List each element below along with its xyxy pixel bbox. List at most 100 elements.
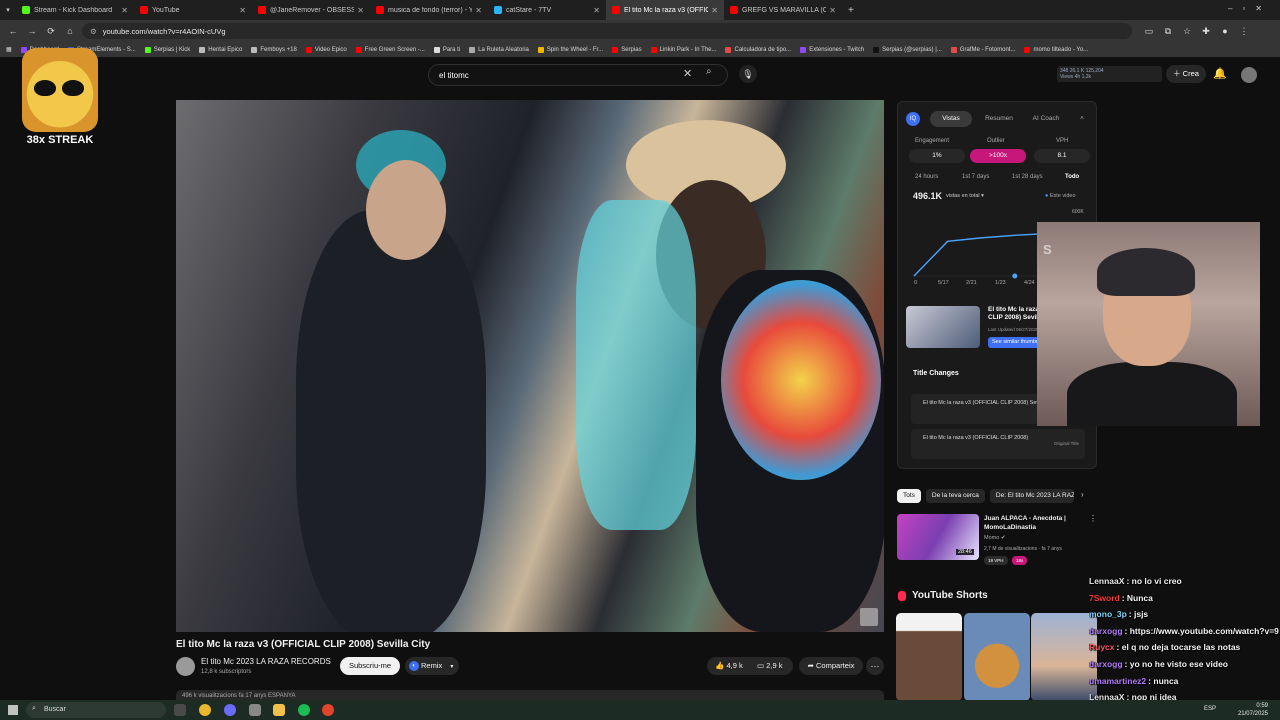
clear-search-icon[interactable]: ✕ — [683, 67, 692, 80]
cast-icon[interactable]: ▭ — [1142, 26, 1156, 37]
bookmark-item[interactable]: Video Epico — [305, 46, 347, 53]
chip-from-channel[interactable]: De: El tito Mc 2023 LA RAZA — [989, 489, 1074, 503]
site-info-icon[interactable]: ⚙ — [90, 27, 97, 36]
dislike-button[interactable]: ▭ 2,9 k — [757, 657, 782, 675]
like-button[interactable]: 👍 4,9 k — [715, 657, 743, 675]
close-tab-icon[interactable]: ✕ — [711, 6, 718, 15]
spotify-icon[interactable] — [298, 704, 310, 716]
bookmark-item[interactable]: Serpias (@serpias) |... — [873, 46, 942, 53]
notifications-bell-icon[interactable]: 🔔 — [1213, 67, 1227, 80]
video-player[interactable] — [176, 100, 884, 632]
channel-avatar[interactable] — [176, 657, 195, 676]
create-button[interactable]: ＋ Crea — [1166, 65, 1206, 83]
short-thumbnail[interactable] — [1031, 613, 1097, 701]
apps-icon[interactable]: ▦ — [6, 46, 12, 53]
task-view-icon[interactable] — [174, 704, 186, 716]
profile-icon[interactable]: ● — [1218, 26, 1232, 36]
range-all[interactable]: Todo — [1065, 174, 1079, 180]
extensions-icon[interactable]: ✚ — [1199, 26, 1213, 37]
translate-icon[interactable]: ⧉ — [1161, 26, 1175, 37]
emote-eye-left — [34, 80, 56, 96]
home-icon[interactable]: ⌂ — [63, 26, 77, 36]
range-7d[interactable]: 1st 7 days — [962, 174, 989, 180]
close-tab-icon[interactable]: ✕ — [475, 6, 482, 15]
close-tab-icon[interactable]: ✕ — [357, 6, 364, 15]
new-tab-icon[interactable]: + — [848, 5, 854, 16]
reload-icon[interactable]: ⟳ — [44, 26, 58, 37]
chip-from-search[interactable]: De la teva cerca — [925, 489, 985, 503]
bookmark-favicon-icon — [305, 46, 312, 53]
browser-icon[interactable] — [224, 704, 236, 716]
chip-all[interactable]: Tots — [897, 489, 921, 503]
bookmark-label: Extensiones - Twitch — [809, 46, 865, 53]
recommendation-channel[interactable]: Momo ✔ — [984, 535, 1005, 541]
bookmark-item[interactable]: Free Green Screen -... — [355, 46, 425, 53]
account-avatar[interactable] — [1241, 67, 1257, 83]
chevron-right-icon[interactable]: › — [1081, 490, 1084, 499]
keyboard-language[interactable]: ESP — [1204, 706, 1216, 712]
close-tab-icon[interactable]: ✕ — [593, 6, 600, 15]
browser-menu-icon[interactable]: ⋮ — [1237, 26, 1251, 37]
browser-tab[interactable]: @JaneRemover - OBSESSED PO✕ — [252, 0, 370, 20]
collapse-panel-icon[interactable]: ˄ — [1074, 111, 1090, 127]
forward-icon[interactable]: → — [25, 26, 39, 36]
recommendation-menu-icon[interactable]: ⋮ — [1089, 514, 1097, 523]
bookmark-item[interactable]: Linkin Park - In The... — [650, 46, 716, 53]
description-box[interactable]: 496 k visualitzacions fa 17 anys ESPANYA — [176, 690, 884, 700]
short-thumbnail[interactable] — [964, 613, 1030, 701]
browser-tab[interactable]: El tito Mc la raza v3 (OFFICI) ✕ — [606, 0, 724, 20]
browser-tab[interactable]: Stream - Kick Dashboard ✕ — [16, 0, 134, 20]
share-button[interactable]: ➦ Comparteix — [799, 657, 863, 675]
chrome-icon[interactable] — [199, 704, 211, 716]
search-icon[interactable]: ⌕ — [706, 66, 712, 77]
recommendation-title[interactable]: Juan ALPACA - Anecdota | MomoLaDinastia — [984, 515, 1084, 532]
range-28d[interactable]: 1st 28 days — [1012, 174, 1043, 180]
video-tiedye-shirt — [721, 280, 881, 480]
bookmark-item[interactable]: Para ti — [433, 46, 460, 53]
chat-text: Nunca — [1126, 592, 1153, 603]
youtube-header: el titomc ✕ ⌕ 🎙 348 26.1 K 125,204 Views… — [0, 57, 1280, 92]
browser-tab[interactable]: catStare - 7TV ✕ — [488, 0, 606, 20]
bookmark-item[interactable]: momo tilteado - Yo... — [1024, 46, 1088, 53]
browser-tab[interactable]: musica de fondo (terror) - YouT✕ — [370, 0, 488, 20]
bookmark-item[interactable]: Serpias — [612, 46, 642, 53]
browser-tab[interactable]: GREFG VS MARAVILLA (CAMPE✕ — [724, 0, 842, 20]
taskbar-search-input[interactable]: Buscar — [26, 702, 166, 718]
url-input[interactable]: ⚙ youtube.com/watch?v=r4AOIN-cUVg — [82, 23, 1132, 39]
mic-icon[interactable]: 🎙 — [739, 65, 757, 83]
taskbar-clock[interactable]: 0:59 21/07/2025 — [1228, 702, 1268, 718]
bookmark-item[interactable]: Spin the Wheel - Fr... — [537, 46, 603, 53]
bookmark-star-icon[interactable]: ☆ — [1180, 26, 1194, 37]
bookmark-item[interactable]: Hentai Epico — [199, 46, 242, 53]
tab-menu-icon[interactable]: ▾ — [0, 0, 16, 20]
views-dropdown[interactable]: vistas en total ▾ — [946, 193, 984, 199]
channel-name[interactable]: El tito Mc 2023 LA RAZA RECORDS — [201, 657, 331, 666]
close-tab-icon[interactable]: ✕ — [239, 6, 246, 15]
tab-vistas[interactable]: Vistas — [930, 111, 972, 127]
vidiq-stats-pill[interactable]: 348 26.1 K 125,204 Views 4h 1.2k — [1057, 66, 1162, 82]
back-icon[interactable]: ← — [6, 26, 20, 36]
subscribe-button[interactable]: Subscriu-me — [340, 657, 400, 675]
window-controls[interactable]: –▫✕ — [1228, 4, 1272, 13]
chart-marker-point[interactable] — [1012, 273, 1018, 279]
start-menu-icon[interactable] — [8, 705, 18, 715]
bookmark-item[interactable]: Femboys +18 — [251, 46, 297, 53]
tab-resumen[interactable]: Resumen — [976, 111, 1022, 127]
bookmark-item[interactable]: La Ruleta Aleatoria — [469, 46, 529, 53]
tab-ai-coach[interactable]: AI Coach — [1026, 111, 1066, 127]
close-tab-icon[interactable]: ✕ — [829, 6, 836, 15]
short-thumbnail[interactable] — [896, 613, 962, 701]
bookmark-item[interactable]: GrafMe - Fotomont... — [950, 46, 1015, 53]
more-actions-icon[interactable]: ⋯ — [866, 657, 884, 675]
app-icon[interactable] — [249, 704, 261, 716]
range-24h[interactable]: 24 hours — [915, 174, 938, 180]
bookmark-item[interactable]: Calculadora de tipo... — [725, 46, 791, 53]
similar-thumbnail-image[interactable] — [906, 306, 980, 348]
browser-tab[interactable]: YouTube ✕ — [134, 0, 252, 20]
close-tab-icon[interactable]: ✕ — [121, 6, 128, 15]
bookmark-item[interactable]: Serpias | Kick — [144, 46, 190, 53]
bookmark-item[interactable]: Extensiones - Twitch — [800, 46, 865, 53]
obs-icon[interactable] — [322, 704, 334, 716]
share-label: Comparteix — [816, 661, 855, 670]
file-explorer-icon[interactable] — [273, 704, 285, 716]
